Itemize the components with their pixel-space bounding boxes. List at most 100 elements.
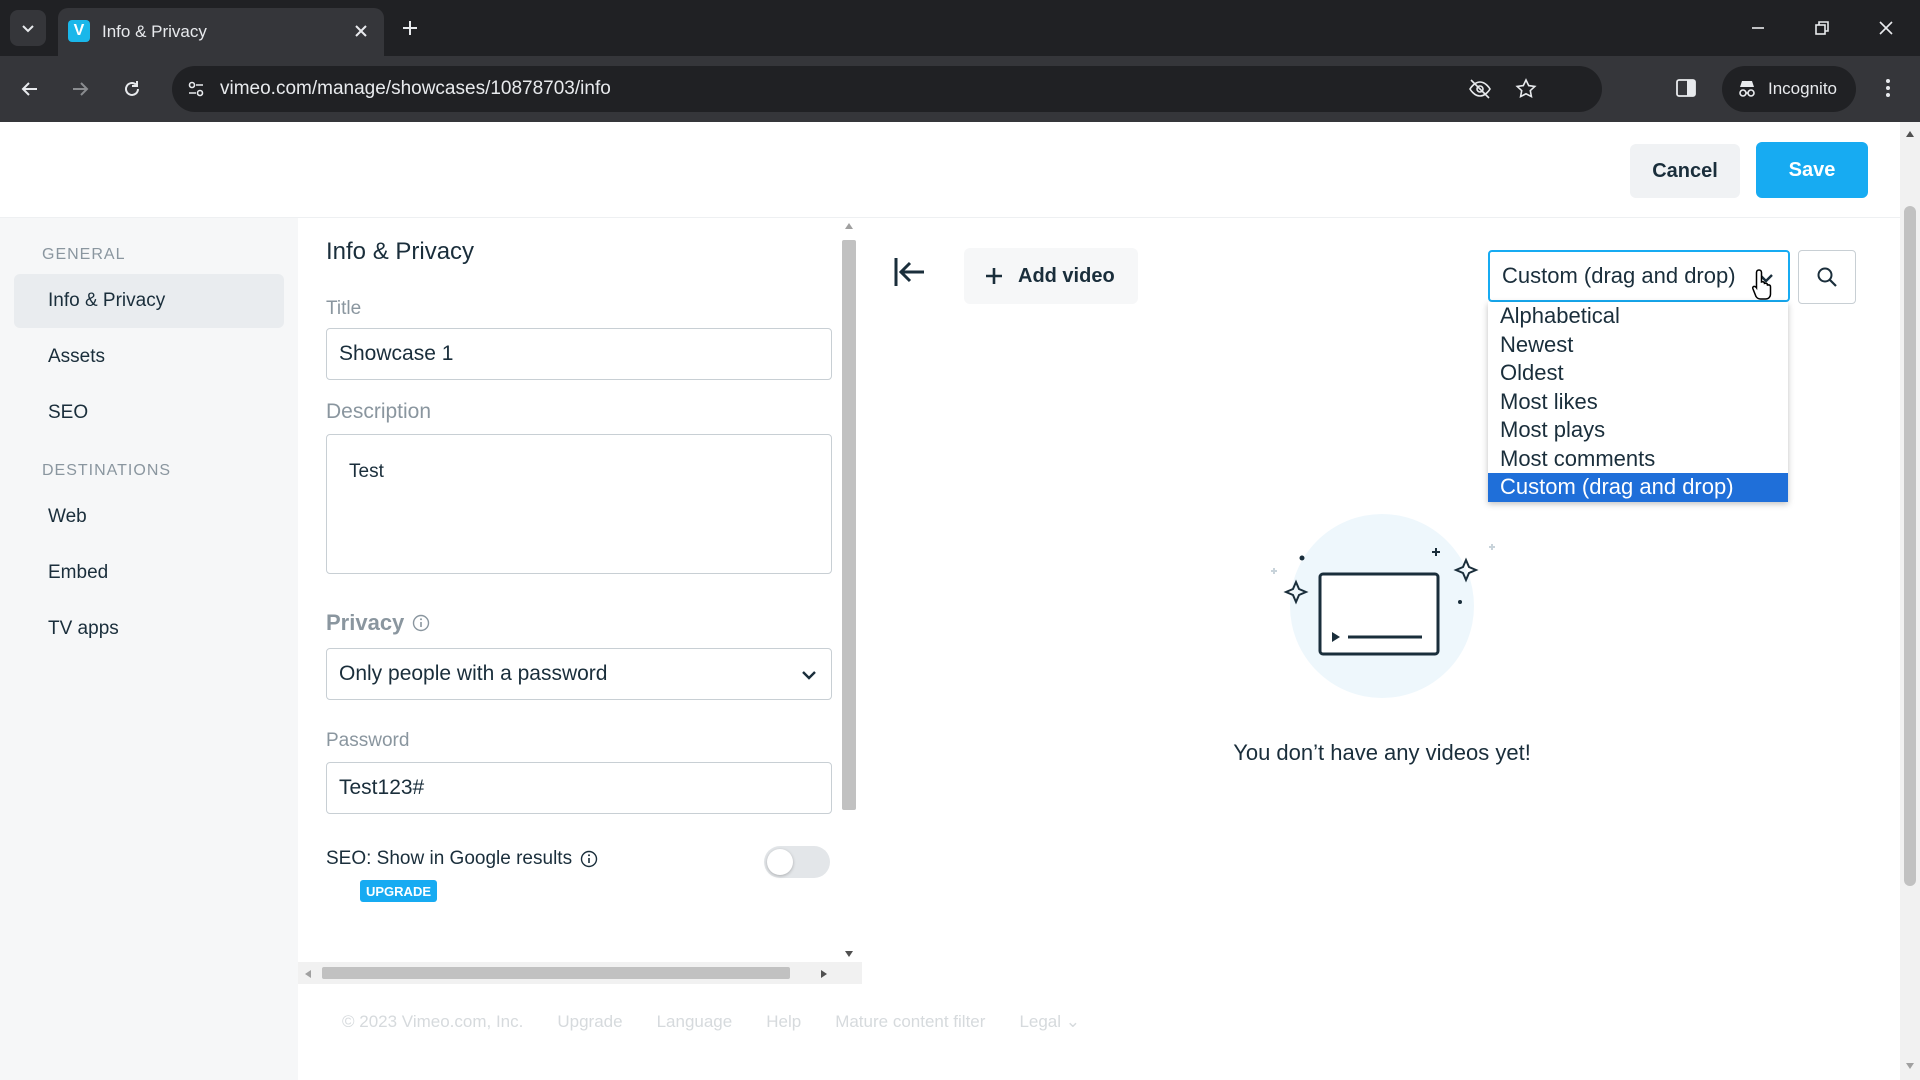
- site-info-icon[interactable]: [184, 77, 208, 101]
- footer-language-link[interactable]: Language: [657, 1012, 733, 1032]
- cancel-button[interactable]: Cancel: [1630, 144, 1740, 198]
- sort-select-value: Custom (drag and drop): [1502, 263, 1736, 288]
- scroll-right-icon: [821, 970, 827, 978]
- scroll-down-icon: [1906, 1063, 1914, 1069]
- tab-search-button[interactable]: [10, 10, 46, 46]
- sidebar-item-tv-apps[interactable]: TV apps: [14, 602, 284, 656]
- footer-copyright: © 2023 Vimeo.com, Inc.: [342, 1012, 524, 1031]
- privacy-label-text: Privacy: [326, 610, 405, 635]
- side-panel-icon[interactable]: [1674, 76, 1698, 100]
- sidebar-item-web[interactable]: Web: [14, 490, 284, 544]
- editor-header: Cancel Save: [0, 122, 1900, 218]
- plus-icon: [986, 268, 1002, 284]
- forward-button[interactable]: [64, 73, 96, 105]
- chevron-down-icon: [802, 671, 816, 680]
- info-privacy-panel: Info & Privacy Title Description Test Pr…: [298, 218, 862, 984]
- upgrade-badge[interactable]: UPGRADE: [360, 880, 438, 902]
- footer-upgrade-link[interactable]: Upgrade: [557, 1012, 622, 1032]
- sort-option-most-comments[interactable]: Most comments: [1488, 445, 1788, 474]
- url-text: vimeo.com/manage/showcases/10878703/info: [220, 78, 611, 99]
- sidebar-item-assets[interactable]: Assets: [14, 330, 284, 384]
- incognito-label: Incognito: [1768, 79, 1837, 98]
- page-vertical-scrollbar[interactable]: [1900, 122, 1920, 1080]
- footer-help-link[interactable]: Help: [766, 1012, 801, 1032]
- scroll-up-icon: [1906, 131, 1914, 137]
- sidebar-item-label: Embed: [48, 562, 109, 583]
- collapse-panel-button[interactable]: [892, 254, 928, 290]
- privacy-select-value: Only people with a password: [339, 662, 608, 685]
- empty-videos-illustration: [1271, 514, 1495, 698]
- incognito-indicator[interactable]: Incognito: [1722, 66, 1856, 112]
- new-tab-button[interactable]: [396, 14, 424, 42]
- address-bar[interactable]: vimeo.com/manage/showcases/10878703/info: [172, 66, 1602, 112]
- browser-tab[interactable]: V Info & Privacy: [58, 8, 384, 56]
- scrollbar-thumb[interactable]: [1904, 206, 1916, 886]
- search-icon: [1817, 267, 1837, 287]
- sidebar-item-info-privacy[interactable]: Info & Privacy: [14, 274, 284, 328]
- reload-icon: [125, 81, 139, 96]
- password-input[interactable]: [326, 762, 832, 814]
- back-button[interactable]: [14, 73, 46, 105]
- footer-mature-filter-link[interactable]: Mature content filter: [835, 1012, 985, 1032]
- sort-option-most-plays[interactable]: Most plays: [1488, 416, 1788, 445]
- toggle-knob: [767, 849, 793, 875]
- scroll-left-icon: [305, 970, 311, 978]
- add-video-button[interactable]: Add video: [964, 248, 1138, 304]
- password-label: Password: [326, 730, 410, 751]
- description-text: Test: [349, 461, 384, 482]
- title-input[interactable]: [326, 328, 832, 380]
- seo-label: SEO: Show in Google results: [326, 848, 598, 870]
- scroll-up-icon: [845, 223, 853, 229]
- panel-vertical-scrollbar[interactable]: [838, 218, 858, 962]
- privacy-select[interactable]: Only people with a password: [326, 648, 832, 700]
- panel-title: Info & Privacy: [326, 238, 475, 265]
- privacy-label: Privacy: [326, 610, 430, 636]
- search-button[interactable]: [1798, 250, 1856, 304]
- vimeo-favicon-icon: V: [68, 20, 90, 42]
- sort-option-most-likes[interactable]: Most likes: [1488, 388, 1788, 417]
- settings-sidebar: GENERAL Info & Privacy Assets SEO DESTIN…: [0, 218, 298, 1080]
- close-tab-button[interactable]: [350, 20, 372, 42]
- page: Cancel Save GENERAL Info & Privacy Asset…: [0, 122, 1900, 1080]
- sidebar-item-seo[interactable]: SEO: [14, 386, 284, 440]
- seo-label-text: SEO: Show in Google results: [326, 848, 573, 869]
- scrollbar-thumb[interactable]: [322, 967, 790, 979]
- general-section-header: GENERAL: [42, 246, 126, 263]
- collapse-left-icon: [894, 258, 924, 286]
- destinations-section-header: DESTINATIONS: [42, 462, 172, 479]
- arrow-left-icon: [21, 82, 37, 96]
- title-label: Title: [326, 298, 362, 319]
- sort-options-list: Alphabetical Newest Oldest Most likes Mo…: [1488, 302, 1788, 502]
- reload-button[interactable]: [116, 73, 148, 105]
- restore-window-button[interactable]: [1808, 14, 1836, 42]
- footer-legal-link[interactable]: Legal ⌄: [1019, 1012, 1080, 1032]
- description-textarea[interactable]: Test: [326, 434, 832, 574]
- sort-option-custom[interactable]: Custom (drag and drop): [1488, 473, 1788, 502]
- sidebar-item-embed[interactable]: Embed: [14, 546, 284, 600]
- browser-menu-button[interactable]: [1876, 76, 1900, 100]
- sort-select[interactable]: Custom (drag and drop): [1488, 250, 1790, 302]
- info-icon[interactable]: [580, 850, 598, 868]
- bookmark-star-icon[interactable]: [1514, 77, 1538, 101]
- more-vert-icon: [1886, 79, 1890, 97]
- scrollbar-thumb[interactable]: [842, 240, 856, 810]
- plus-icon: [403, 21, 417, 35]
- eye-off-icon[interactable]: [1468, 77, 1492, 101]
- close-window-button[interactable]: [1872, 14, 1900, 42]
- mouse-pointer-icon: [1751, 268, 1777, 300]
- minimize-window-button[interactable]: [1744, 14, 1772, 42]
- tab-title: Info & Privacy: [102, 22, 207, 41]
- save-button[interactable]: Save: [1756, 142, 1868, 198]
- incognito-icon: [1739, 81, 1755, 97]
- info-icon[interactable]: [412, 614, 430, 632]
- description-label: Description: [326, 400, 432, 423]
- sort-option-oldest[interactable]: Oldest: [1488, 359, 1788, 388]
- sidebar-item-label: Web: [48, 506, 87, 527]
- panel-horizontal-scrollbar[interactable]: [298, 962, 862, 984]
- page-footer: © 2023 Vimeo.com, Inc. Upgrade Language …: [342, 1012, 1080, 1032]
- sort-option-newest[interactable]: Newest: [1488, 331, 1788, 360]
- sort-option-alphabetical[interactable]: Alphabetical: [1488, 302, 1788, 331]
- browser-toolbar: vimeo.com/manage/showcases/10878703/info…: [0, 56, 1920, 122]
- sidebar-item-label: TV apps: [48, 618, 119, 639]
- seo-toggle[interactable]: [764, 846, 830, 878]
